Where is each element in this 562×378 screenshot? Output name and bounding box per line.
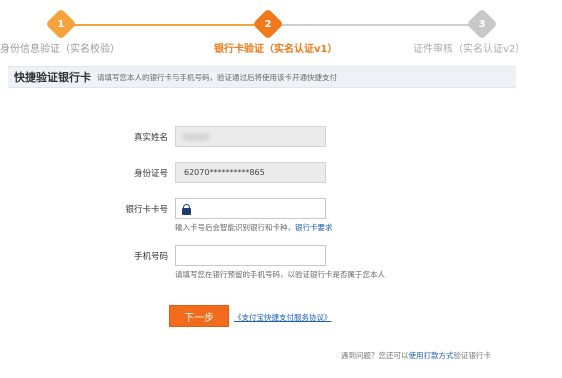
footer-prefix: 遇到问题？您还可以 bbox=[341, 351, 409, 360]
step-connector-completed bbox=[68, 24, 254, 26]
help-footer: 遇到问题？您还可以使用打款方式验证银行卡 bbox=[341, 350, 491, 361]
id-value: 62070**********865 bbox=[184, 168, 265, 177]
step-connector-pending bbox=[278, 24, 476, 26]
step-2-marker: 2 bbox=[252, 8, 284, 40]
name-field bbox=[175, 126, 326, 147]
step-1-label: 身份信息验证（实名校验） bbox=[0, 44, 120, 55]
next-button[interactable]: 下一步 bbox=[169, 305, 229, 327]
phone-hint: 请填写您在银行预留的手机号码，以验证银行卡是否属于您本人 bbox=[175, 270, 385, 279]
name-value-obscured bbox=[183, 133, 209, 141]
step-1-marker: 1 bbox=[45, 8, 77, 40]
id-field: 62070**********865 bbox=[175, 162, 326, 183]
service-agreement-link[interactable]: 《支付宝快捷支付服务协议》 bbox=[234, 312, 332, 323]
section-hint: 请填写您本人的银行卡与手机号码，验证通过后将使用该卡开通快捷支付 bbox=[97, 72, 337, 82]
phone-label: 手机号码 bbox=[133, 252, 168, 262]
section-title: 快捷验证银行卡 bbox=[14, 71, 91, 84]
section-header: 快捷验证银行卡 请填写您本人的银行卡与手机号码，验证通过后将使用该卡开通快捷支付 bbox=[8, 66, 516, 88]
id-label: 身份证号 bbox=[133, 169, 168, 179]
card-hint-text: 输入卡号后会智能识别银行和卡种， bbox=[175, 223, 295, 232]
footer-suffix: 验证银行卡 bbox=[453, 351, 492, 360]
card-hint: 输入卡号后会智能识别银行和卡种，银行卡要求 bbox=[175, 222, 333, 233]
card-requirements-link[interactable]: 银行卡要求 bbox=[295, 223, 333, 232]
card-number-input[interactable] bbox=[175, 198, 326, 219]
step-3-label: 证件审核（实名认证v2） bbox=[413, 44, 526, 55]
lock-icon bbox=[182, 204, 191, 215]
phone-input[interactable] bbox=[175, 245, 326, 266]
card-label: 银行卡卡号 bbox=[125, 205, 168, 215]
step-2-label: 银行卡验证（实名认证v1） bbox=[214, 44, 338, 55]
name-label: 真实姓名 bbox=[133, 133, 168, 143]
transfer-verify-link[interactable]: 使用打款方式 bbox=[409, 351, 454, 360]
step-3-marker: 3 bbox=[466, 8, 498, 40]
progress-stepper: 1 2 3 身份信息验证（实名校验） 银行卡验证（实名认证v1） 证件审核（实名… bbox=[0, 0, 562, 62]
